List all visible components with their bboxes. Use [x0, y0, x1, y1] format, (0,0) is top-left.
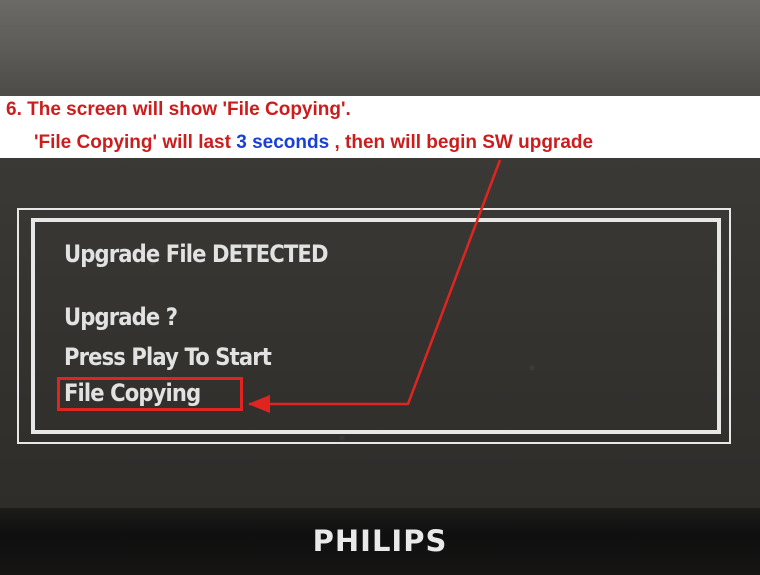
osd-detected-message: Upgrade File DETECTED [64, 240, 328, 268]
osd-press-play-prompt: Press Play To Start [64, 343, 272, 371]
osd-upgrade-question: Upgrade ? [64, 303, 178, 331]
instruction-duration: 3 seconds [236, 132, 330, 153]
instruction-step-text: 6. The screen will show 'File Copying'. [6, 99, 351, 120]
instruction-detail-text: 'File Copying' will last 3 seconds , the… [34, 132, 593, 154]
file-copying-highlight-box [57, 377, 243, 411]
instruction-detail-prefix: 'File Copying' will last [34, 132, 231, 153]
photo-background-top [0, 0, 760, 96]
brand-logo: PHILIPS [312, 524, 448, 558]
instruction-detail-suffix: , then will begin SW upgrade [334, 132, 594, 153]
